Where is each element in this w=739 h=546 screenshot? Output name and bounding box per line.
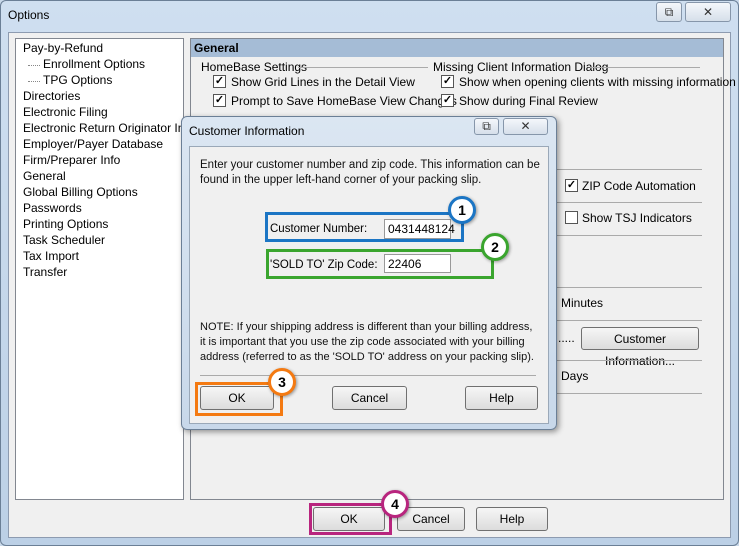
zip-automation-label: ZIP Code Automation — [582, 179, 696, 193]
sidebar-item[interactable]: General — [23, 169, 66, 183]
show-opening-checkbox[interactable]: ✓ — [441, 75, 454, 88]
dialog-help-button[interactable]: Help — [465, 386, 538, 410]
dialog-restore-icon[interactable]: ⧉ — [474, 118, 499, 135]
zip-code-input[interactable]: 22406 — [384, 254, 451, 273]
sidebar-item[interactable]: Electronic Filing — [23, 105, 108, 119]
sidebar-item[interactable]: TPG Options — [43, 73, 112, 87]
prompt-save-label: Prompt to Save HomeBase View Changes — [231, 94, 457, 108]
help-button[interactable]: Help — [476, 507, 548, 531]
tsj-label: Show TSJ Indicators — [582, 211, 692, 225]
restore-icon[interactable]: ⧉ — [656, 2, 682, 22]
tree-connector — [28, 81, 40, 82]
sidebar-item[interactable]: Printing Options — [23, 217, 108, 231]
sidebar-item[interactable]: Tax Import — [23, 249, 79, 263]
sidebar-item[interactable]: Pay-by-Refund — [23, 41, 103, 55]
show-final-review-checkbox[interactable]: ✓ — [441, 94, 454, 107]
dots-leader: ..... — [558, 331, 575, 345]
grid-lines-label: Show Grid Lines in the Detail View — [231, 75, 415, 89]
zip-code-label: 'SOLD TO' Zip Code: — [270, 259, 378, 271]
sidebar-item[interactable]: Global Billing Options — [23, 185, 138, 199]
panel-title: General — [191, 39, 723, 57]
dialog-intro: Enter your customer number and zip code.… — [200, 159, 540, 186]
sidebar-item[interactable]: Firm/Preparer Info — [23, 153, 120, 167]
grid-lines-checkbox[interactable]: ✓ — [213, 75, 226, 88]
sidebar-item[interactable]: Transfer — [23, 265, 67, 279]
tree-connector — [28, 65, 40, 66]
sidebar-item[interactable]: Directories — [23, 89, 80, 103]
homebase-settings-label: HomeBase Settings — [201, 60, 308, 74]
sidebar-item[interactable]: Electronic Return Originator Info — [23, 121, 194, 135]
prompt-save-checkbox[interactable]: ✓ — [213, 94, 226, 107]
callout-3: 3 — [268, 368, 296, 396]
show-opening-label: Show when opening clients with missing i… — [459, 75, 736, 89]
sidebar-item[interactable]: Employer/Payer Database — [23, 137, 163, 151]
callout-4: 4 — [381, 490, 409, 518]
sidebar-item[interactable]: Passwords — [23, 201, 82, 215]
close-icon[interactable]: ✕ — [685, 2, 731, 22]
callout-1: 1 — [448, 196, 476, 224]
show-final-review-label: Show during Final Review — [459, 94, 598, 108]
sidebar-item[interactable]: Task Scheduler — [23, 233, 105, 247]
tsj-checkbox[interactable] — [565, 211, 578, 224]
callout-box-4 — [309, 503, 392, 535]
minutes-label: Minutes — [561, 296, 604, 310]
customer-information-button[interactable]: Customer Information... — [581, 327, 699, 368]
customer-number-label: Customer Number: — [270, 223, 368, 235]
missing-info-label: Missing Client Information Dialog — [433, 60, 609, 74]
callout-2: 2 — [481, 233, 509, 261]
dialog-note: NOTE: If your shipping address is differ… — [200, 321, 534, 363]
dialog-cancel-button[interactable]: Cancel — [332, 386, 407, 410]
window-title: Options — [8, 8, 50, 22]
zip-automation-checkbox[interactable]: ✓ — [565, 179, 578, 192]
days-label: Days — [561, 369, 589, 383]
dialog-close-icon[interactable]: ✕ — [503, 118, 548, 135]
sidebar-item[interactable]: Enrollment Options — [43, 57, 145, 71]
dialog-title: Customer Information — [189, 124, 305, 138]
customer-number-input[interactable]: 0431448124 — [384, 219, 455, 239]
